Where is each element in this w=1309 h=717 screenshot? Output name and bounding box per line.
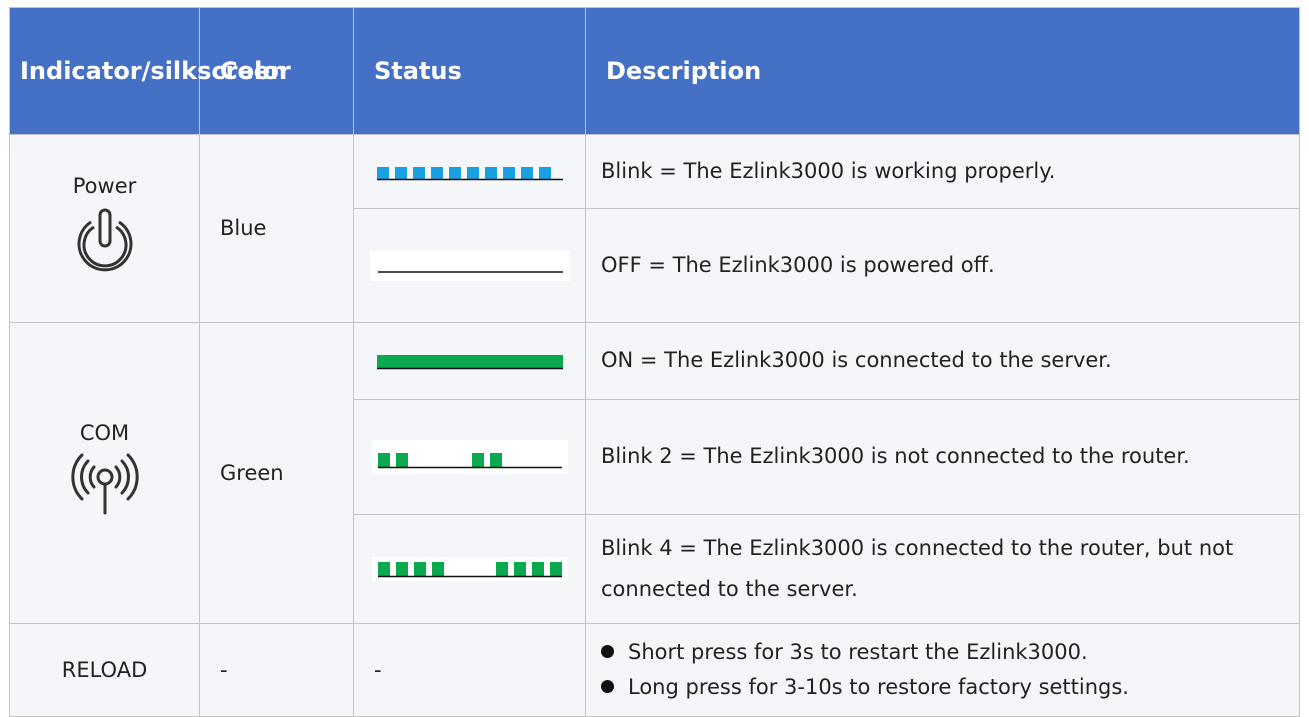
header-color: Color bbox=[199, 6, 354, 136]
bullet-icon bbox=[601, 679, 614, 693]
com-blink4-status bbox=[353, 513, 586, 624]
green-blink2-pattern bbox=[371, 439, 568, 474]
power-blink-desc: Blink = The Ezlink3000 is working proper… bbox=[585, 134, 1300, 210]
reload-bullet-list: Short press for 3s to restart the Ezlink… bbox=[601, 635, 1299, 705]
header-indicator: Indicator/silkscreen bbox=[9, 6, 287, 136]
power-off-desc: OFF = The Ezlink3000 is powered off. bbox=[585, 208, 1300, 323]
com-blink2-status bbox=[353, 399, 586, 515]
power-off-status bbox=[353, 208, 586, 323]
off-pattern bbox=[369, 250, 570, 281]
reload-color-cell: - bbox=[199, 622, 354, 717]
list-item: Short press for 3s to restart the Ezlink… bbox=[601, 635, 1299, 670]
header-status: Status bbox=[353, 6, 586, 136]
table-row: Power Blue Blink = The Ezlink3000 is wor bbox=[9, 134, 1300, 323]
com-blink2-desc: Blink 2 = The Ezlink3000 is not connecte… bbox=[585, 399, 1300, 515]
table-row: COM Green ON = The Ezlink3000 is connect… bbox=[9, 321, 1300, 624]
power-icon bbox=[77, 208, 132, 272]
green-blink4-pattern bbox=[371, 556, 568, 581]
reload-desc-cell: Short press for 3s to restart the Ezlink… bbox=[585, 622, 1300, 717]
header-description: Description bbox=[585, 6, 1300, 136]
blue-blink-pattern bbox=[376, 166, 563, 180]
indicator-table: Indicator/silkscreen Color Status Descri… bbox=[9, 6, 1300, 717]
power-blink-status bbox=[353, 134, 586, 210]
table-row: RELOAD - - Short press for 3s to restart… bbox=[9, 622, 1300, 717]
power-color-cell: Blue bbox=[199, 134, 354, 323]
table-header-row: Indicator/silkscreen Color Status Descri… bbox=[9, 6, 1300, 136]
antenna-signal-icon bbox=[70, 453, 139, 515]
power-indicator-cell: Power bbox=[9, 134, 200, 323]
bullet-icon bbox=[601, 644, 614, 658]
com-label: COM bbox=[79, 420, 130, 445]
com-on-desc: ON = The Ezlink3000 is connected to the … bbox=[585, 321, 1300, 401]
green-on-pattern bbox=[376, 354, 563, 370]
com-blink4-desc: Blink 4 = The Ezlink3000 is connected to… bbox=[585, 513, 1300, 624]
power-label: Power bbox=[72, 174, 137, 199]
com-on-status bbox=[353, 321, 586, 401]
com-indicator-cell: COM bbox=[9, 321, 200, 624]
reload-indicator-cell: RELOAD bbox=[9, 622, 200, 717]
list-item: Long press for 3-10s to restore factory … bbox=[601, 670, 1299, 705]
com-color-cell: Green bbox=[199, 321, 354, 624]
reload-status-cell: - bbox=[353, 622, 586, 717]
